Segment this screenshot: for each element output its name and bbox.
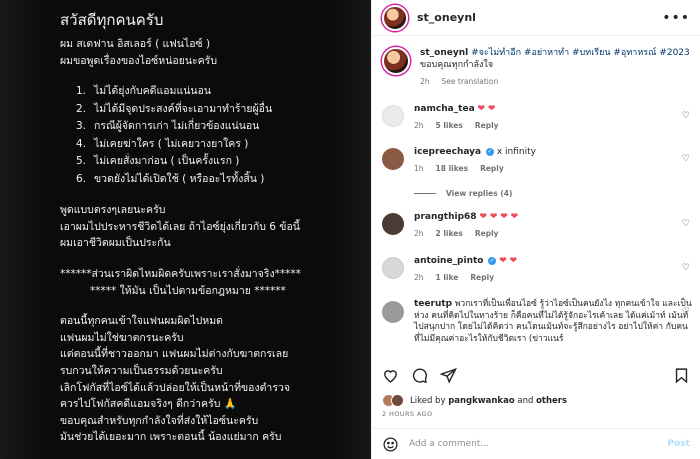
comment-username[interactable]: icepreechaya <box>414 147 481 157</box>
image-para-line: ผมเอาชีวิตผมเป็นประกัน <box>60 237 171 250</box>
avatar[interactable] <box>382 257 404 279</box>
post-comment-button[interactable]: Post <box>668 439 690 449</box>
like-comment-heart-icon[interactable]: ♡ <box>682 219 690 229</box>
image-intro-line: ผมขอพูดเรื่องของไอซ์หน่อยนะครับ <box>60 54 217 67</box>
avatar[interactable] <box>382 105 404 127</box>
caption: st_oneynl #จะไม่ทำอีก #อย่าหาทำ #บทเรียน… <box>382 47 692 88</box>
comment-hearts: ❤ ❤ <box>499 256 518 266</box>
view-replies-button[interactable]: View replies (4) <box>414 189 512 198</box>
comment-row: namcha_tea ❤ ❤ 2h 5 likes Reply ♡ <box>382 103 692 132</box>
post-panel: st_oneynl ••• st_oneynl #จะไม่ทำอีก #อย่… <box>371 0 700 459</box>
avatar[interactable] <box>382 4 408 31</box>
image-text: สวัสดีทุกคนครับ ผม สเตฟาน อิสเลอร์ ( แฟน… <box>60 8 350 446</box>
post-header: st_oneynl ••• <box>372 0 700 36</box>
comment-row: teerutp พวกเราที่เป็นเพื่อนไอซ์ รู้ว่าไอ… <box>382 299 692 345</box>
like-comment-heart-icon[interactable]: ♡ <box>682 111 690 121</box>
comment-hearts: ❤ ❤ <box>477 104 496 114</box>
comment-likes[interactable]: 1 like <box>436 273 459 282</box>
image-para-line: ควรไปโฟกัสคดีแอมจริงๆ ดีกว่าครับ 🙏 <box>60 398 237 411</box>
liked-by-prefix: Liked by <box>410 395 446 406</box>
reply-button[interactable]: Reply <box>480 164 504 173</box>
reply-button[interactable]: Reply <box>475 121 499 130</box>
caption-time: 2h <box>420 77 430 86</box>
image-list: 1. ไม่ได้ยุ่งกับคดีแอมแน่นอน 2. ไม่ได้มีจุ… <box>60 83 350 188</box>
image-para-line: ตอนนี้ทุกคนเข้าใจแฟนผมผิดไปหมด <box>60 315 223 328</box>
comment-time: 1h <box>414 164 424 173</box>
header-username[interactable]: st_oneynl <box>417 11 476 24</box>
image-blur-left <box>0 0 46 459</box>
image-para-line: ขอบคุณสำหรับทุกกำลังใจที่ส่งให้ไอซ์นะครั… <box>60 414 259 427</box>
comment-icon[interactable] <box>411 367 428 384</box>
verified-icon: ✓ <box>488 256 497 265</box>
comment-username[interactable]: prangthip68 <box>414 212 477 222</box>
caption-hashtags[interactable]: #จะไม่ทำอีก #อย่าหาทำ #บทเรียน #อุทาหรณ์… <box>471 48 690 58</box>
post-time-ago[interactable]: 2 HOURS AGO <box>382 410 433 418</box>
comment-time: 2h <box>414 273 424 282</box>
emoji-icon[interactable] <box>382 436 399 453</box>
post-image: สวัสดีทุกคนครับ ผม สเตฟาน อิสเลอร์ ( แฟน… <box>0 0 371 459</box>
bookmark-icon[interactable] <box>673 367 690 384</box>
liked-by-others[interactable]: others <box>536 396 567 406</box>
liked-by-and: and <box>517 395 534 406</box>
reply-button[interactable]: Reply <box>475 229 499 238</box>
comment-likes[interactable]: 2 likes <box>436 229 463 238</box>
caption-text: ขอบคุณทุกกำลังใจ <box>420 60 494 70</box>
caption-username[interactable]: st_oneynl <box>420 48 468 58</box>
reply-button[interactable]: Reply <box>470 273 494 282</box>
avatar[interactable] <box>382 148 404 170</box>
more-options-icon[interactable]: ••• <box>662 10 690 26</box>
like-comment-heart-icon[interactable]: ♡ <box>682 154 690 164</box>
image-para-line: มันช่วยได้เยอะมาก เพราะตอนนี้ น้องแย่มาก… <box>60 431 282 444</box>
image-para-line: แต่ตอนนี้ที่ชาวออกมา แฟนผมไม่ต่างกับฆาตก… <box>60 348 289 361</box>
image-para-line: พูดแบบตรงๆเลยนะครับ <box>60 204 166 217</box>
post-actions <box>382 364 690 386</box>
see-translation-link[interactable]: See translation <box>442 77 499 86</box>
image-list-item: 5. ไม่เคยสั่งมาก่อน ( เป็นครั้งแรก ) <box>76 155 240 168</box>
comment-likes[interactable]: 18 likes <box>436 164 469 173</box>
add-comment-bar: Post <box>372 428 700 459</box>
image-para-line: เลิกโฟกัสที่ไอซ์ได้แล้วปล่อยให้เป็นหน้าท… <box>60 381 291 394</box>
image-list-item: 2. ไม่ได้มีจุดประสงค์ที่จะเอามาทำร้ายผู้อ… <box>76 102 273 115</box>
like-heart-icon[interactable] <box>382 367 399 384</box>
comment-time: 2h <box>414 121 424 130</box>
comment-time: 2h <box>414 229 424 238</box>
liked-by: Liked by pangkwankao and others <box>382 394 567 407</box>
add-comment-input[interactable] <box>409 439 668 449</box>
avatar[interactable] <box>382 301 404 323</box>
comments-list[interactable]: st_oneynl #จะไม่ทำอีก #อย่าหาทำ #บทเรียน… <box>372 37 700 357</box>
image-intro-line: ผม สเตฟาน อิสเลอร์ ( แฟนไอซ์ ) <box>60 38 211 50</box>
verified-icon: ✓ <box>485 147 494 156</box>
image-para-line: รบกวนให้ความเป็นธรรมด้วยนะครับ <box>60 364 223 377</box>
image-quote-line: ***** ให้มัน เป็นไปตามข้อกฎหมาย ****** <box>90 284 286 297</box>
image-greeting: สวัสดีทุกคนครับ <box>60 11 164 29</box>
like-comment-heart-icon[interactable]: ♡ <box>682 307 690 317</box>
comment-hearts: ❤ ❤ ❤ ❤ <box>479 212 519 222</box>
comment-row: prangthip68 ❤ ❤ ❤ ❤ 2h 2 likes Reply ♡ <box>382 211 692 240</box>
image-list-item: 1. ไม่ได้ยุ่งกับคดีแอมแน่นอน <box>76 85 212 98</box>
comment-row: antoine_pinto ✓ ❤ ❤ 2h 1 like Reply ♡ <box>382 255 692 284</box>
like-comment-heart-icon[interactable]: ♡ <box>682 263 690 273</box>
image-quote-line: ******ส่วนเราผิดไหมผิดครับเพราะเราสั่งมา… <box>60 267 301 280</box>
image-para-line: แฟนผมไม่ใช่ฆาตกรนะครับ <box>60 331 184 344</box>
image-list-item: 6. ขวดยังไม่ได้เปิดใช้ ( หรืออะไรทั้งสิ้น… <box>76 172 265 185</box>
image-list-item: 4. ไม่เคยฆ่าใคร ( ไม่เคยวางยาใคร ) <box>76 137 249 150</box>
comment-username[interactable]: namcha_tea <box>414 104 475 114</box>
image-list-item: 3. กรณีผู้จัดการเก่า ไม่เกี่ยวข้องแน่นอน <box>76 120 260 133</box>
comment-username[interactable]: teerutp <box>414 299 452 309</box>
comment-text: พวกเราที่เป็นเพื่อนไอซ์ รู้ว่าไอซ์เป็นคน… <box>414 299 692 344</box>
share-icon[interactable] <box>440 367 457 384</box>
liked-by-user[interactable]: pangkwankao <box>448 396 514 406</box>
comment-username[interactable]: antoine_pinto <box>414 256 483 266</box>
comment-row: icepreechaya ✓ x infinity 1h 18 likes Repl… <box>382 146 692 175</box>
avatar[interactable] <box>382 47 410 75</box>
comment-text: x infinity <box>496 147 536 157</box>
comment-likes[interactable]: 5 likes <box>436 121 463 130</box>
avatar[interactable] <box>382 213 404 235</box>
image-para-line: เอาผมไปประหารชีวิตได้เลย ถ้าไอซ์ยุ่งเกี่… <box>60 220 300 233</box>
